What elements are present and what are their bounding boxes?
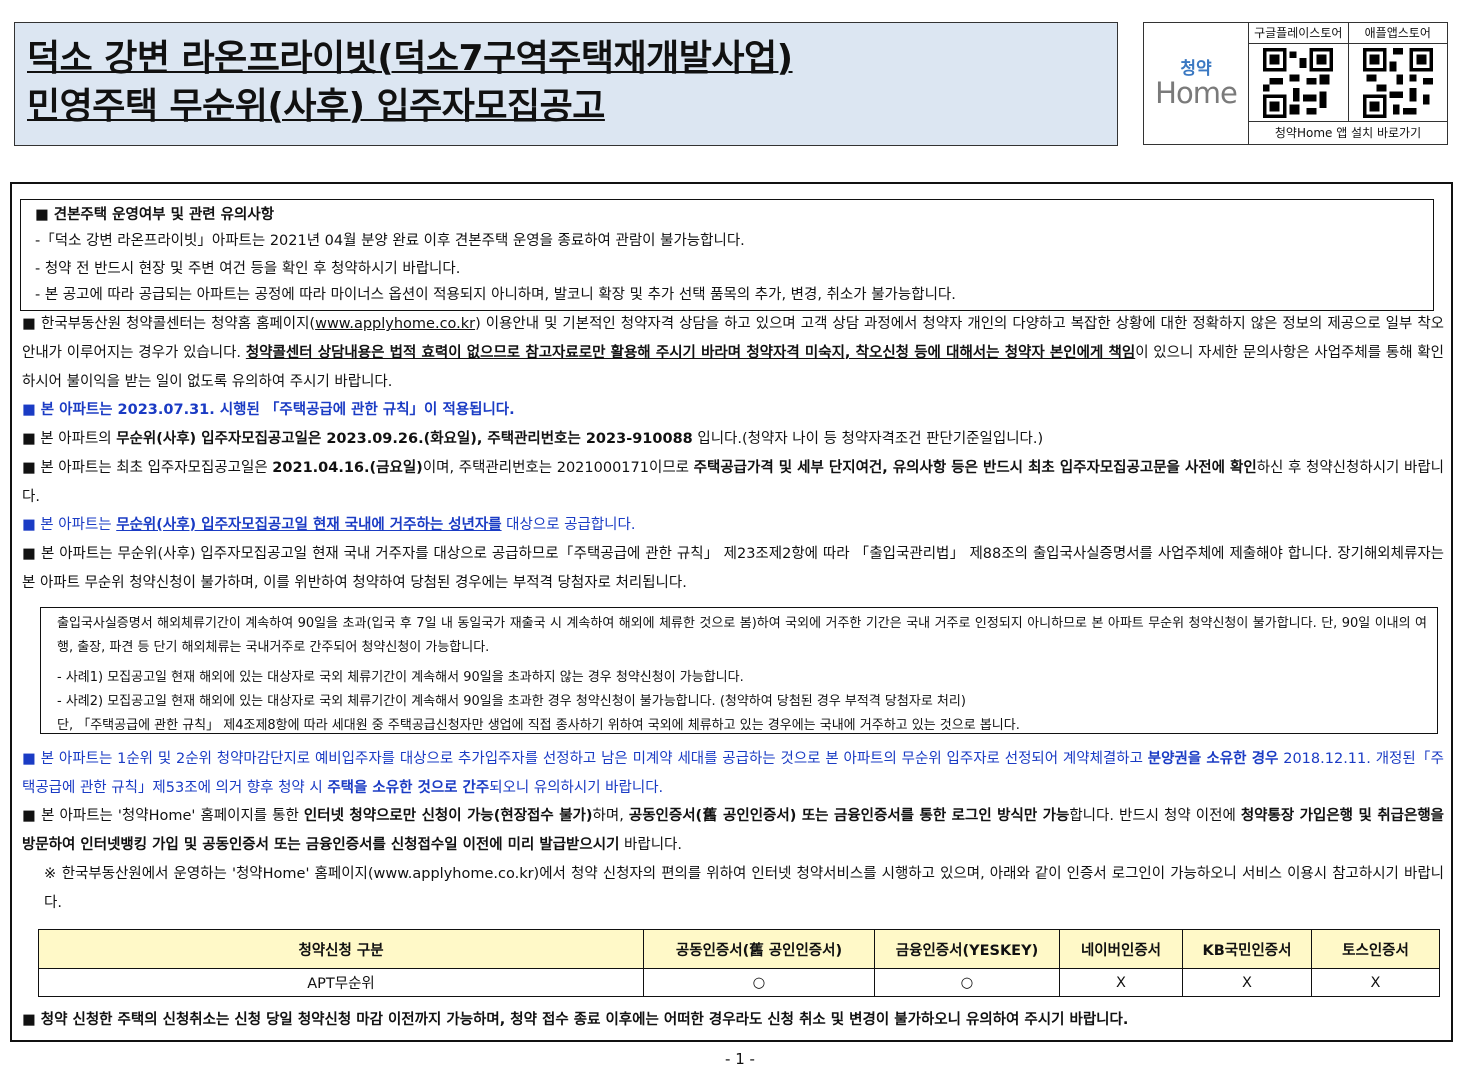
emphasis-text: 공동인증서(舊 공인인증서) 또는 금융인증서를 통한 로그인 방식만 가능 bbox=[628, 808, 1070, 824]
text: 하며, bbox=[592, 808, 629, 824]
title-line-2: 민영주택 무순위(사후) 입주자모집공고 bbox=[27, 86, 605, 127]
ownership-notice: ■ 본 아파트는 1순위 및 2순위 청약마감단지로 예비입주자를 대상으로 추… bbox=[22, 745, 1444, 803]
logo-bottom: Home bbox=[1155, 75, 1238, 110]
title-box: 덕소 강변 라온프라이빗(덕소7구역주택재개발사업) 민영주택 무순위(사후) … bbox=[14, 22, 1118, 146]
logo-top: 청약 bbox=[1180, 58, 1212, 79]
emphasis-text: 인터넷 청약으로만 신청이 가능(현장접수 불가) bbox=[303, 808, 593, 824]
internet-application-notice: ■ 본 아파트는 '청약Home' 홈페이지를 통한 인터넷 청약으로만 신청이… bbox=[22, 802, 1444, 860]
model-house-item: - 본 공고에 따라 공급되는 아파트는 공정에 따라 마이너스 옵션이 적용되… bbox=[35, 287, 956, 303]
text: 대상으로 공급합니다. bbox=[501, 517, 636, 533]
certificate-login-notice: ※ 한국부동산원에서 운영하는 '청약Home' 홈페이지(www.applyh… bbox=[44, 866, 1444, 911]
emphasis-text: 무순위(사후) 입주자모집공고일은 2023.09.26.(화요일), 주택관리… bbox=[116, 431, 693, 447]
google-play-column: 구글플레이스토어 bbox=[1249, 23, 1348, 121]
eligible-adults-notice: ■ 본 아파트는 무순위(사후) 입주자모집공고일 현재 국내에 거주하는 성년… bbox=[22, 511, 1444, 540]
rule-applied-notice: ■ 본 아파트는 2023.07.31. 시행된 「주택공급에 관한 규칙」이 … bbox=[22, 402, 515, 418]
page-number: - 1 - bbox=[725, 1050, 755, 1068]
table-header-cell: KB국민인증서 bbox=[1182, 929, 1312, 969]
note-line: 출입국사실증명서 해외체류기간이 계속하여 90일을 초과(입국 후 7일 내 … bbox=[57, 616, 1427, 655]
text: 되오니 유의하시기 바랍니다. bbox=[489, 780, 664, 796]
note-case-1: - 사례1) 모집공고일 현재 해외에 있는 대상자로 국외 체류기간이 계속해… bbox=[57, 670, 744, 685]
text: 합니다. 반드시 청약 이전에 bbox=[1069, 808, 1241, 824]
table-cell: ○ bbox=[874, 968, 1060, 997]
text: ■ 본 아파트는 bbox=[22, 517, 117, 533]
text: ■ 본 아파트는 '청약Home' 홈페이지를 통한 bbox=[22, 808, 304, 824]
app-store-links: 구글플레이스토어 애플앱스토어 청약Home 앱 설치 바로가기 bbox=[1248, 23, 1447, 144]
table-header-cell: 공동인증서(舊 공인인증서) bbox=[643, 929, 875, 969]
residency-notice: ■ 본 아파트는 무순위(사후) 입주자모집공고일 현재 국내 거주자를 대상으… bbox=[22, 546, 1444, 591]
overseas-stay-note-box: 출입국사실증명서 해외체류기간이 계속하여 90일을 초과(입국 후 7일 내 … bbox=[40, 607, 1438, 734]
note-line: 단, 「주택공급에 관한 규칙」 제4조제8항에 따라 세대원 중 주택공급신청… bbox=[57, 718, 1020, 733]
table-cell: ○ bbox=[643, 968, 875, 997]
table-cell: X bbox=[1182, 968, 1312, 997]
text: ■ 한국부동산원 청약콜센터는 청약홈 홈페이지( bbox=[22, 316, 316, 332]
emphasis-text: 2021.04.16.(금요일) bbox=[272, 460, 423, 476]
text: ■ 본 아파트의 bbox=[22, 431, 117, 447]
announcement-date-notice: ■ 본 아파트의 무순위(사후) 입주자모집공고일은 2023.09.26.(화… bbox=[22, 425, 1444, 454]
table-cell: X bbox=[1059, 968, 1183, 997]
table-header-cell: 청약신청 구분 bbox=[38, 929, 644, 969]
cancellation-notice: ■ 청약 신청한 주택의 신청취소는 신청 당일 청약신청 마감 이전까지 가능… bbox=[22, 1012, 1129, 1028]
app-install-link[interactable]: 청약Home 앱 설치 바로가기 bbox=[1249, 121, 1447, 144]
table-header-cell: 토스인증서 bbox=[1311, 929, 1440, 969]
emphasis-text: 주택공급가격 및 세부 단지여건, 유의사항 등은 반드시 최초 입주자모집공고… bbox=[693, 460, 1257, 476]
text: 입니다.(청약자 나이 등 청약자격조건 판단기준일입니다.) bbox=[692, 431, 1044, 447]
apple-qr-icon[interactable] bbox=[1362, 48, 1433, 118]
emphasis-text: 무순위(사후) 입주자모집공고일 현재 국내에 거주하는 성년자를 bbox=[116, 517, 502, 533]
table-cell: APT무순위 bbox=[38, 968, 644, 997]
note-case-2: - 사례2) 모집공고일 현재 해외에 있는 대상자로 국외 체류기간이 계속해… bbox=[57, 694, 966, 709]
google-play-label: 구글플레이스토어 bbox=[1249, 23, 1348, 44]
apple-store-label: 애플앱스토어 bbox=[1348, 23, 1447, 44]
text: ■ 본 아파트는 1순위 및 2순위 청약마감단지로 예비입주자를 대상으로 추… bbox=[22, 751, 1148, 767]
table-header-cell: 네이버인증서 bbox=[1059, 929, 1183, 969]
google-qr-icon[interactable] bbox=[1263, 48, 1334, 118]
applyhome-logo: 청약 Home bbox=[1144, 23, 1248, 144]
title-line-1: 덕소 강변 라온프라이빗(덕소7구역주택재개발사업) bbox=[27, 38, 793, 79]
emphasis-text: 청약콜센터 상담내용은 법적 효력이 없으므로 참고자료로만 활용해 주시기 바… bbox=[245, 345, 1136, 361]
model-house-item: - 청약 전 반드시 현장 및 주변 여건 등을 확인 후 청약하시기 바랍니다… bbox=[35, 261, 461, 277]
model-house-item: -「덕소 강변 라온프라이빗」아파트는 2021년 04월 분양 완료 이후 견… bbox=[35, 233, 745, 249]
table-header-row: 청약신청 구분 공동인증서(舊 공인인증서) 금융인증서(YESKEY) 네이버… bbox=[38, 929, 1440, 969]
table-header-cell: 금융인증서(YESKEY) bbox=[874, 929, 1060, 969]
text: 바랍니다. bbox=[619, 837, 682, 853]
text: 이며, 주택관리번호는 2021000171이므로 bbox=[422, 460, 694, 476]
emphasis-text: 분양권을 소유한 경우 bbox=[1147, 751, 1279, 767]
table-cell: X bbox=[1311, 968, 1440, 997]
table-row: APT무순위 ○ ○ X X X bbox=[38, 968, 1440, 997]
certificate-table: 청약신청 구분 공동인증서(舊 공인인증서) 금융인증서(YESKEY) 네이버… bbox=[38, 929, 1440, 997]
emphasis-text: 주택을 소유한 것으로 간주 bbox=[327, 780, 490, 796]
app-download-box: 청약 Home 구글플레이스토어 애플앱스토어 청약Home 앱 설치 바로가기 bbox=[1143, 22, 1448, 145]
call-center-notice: ■ 한국부동산원 청약콜센터는 청약홈 홈페이지(www.applyhome.c… bbox=[22, 310, 1444, 397]
original-announcement-notice: ■ 본 아파트는 최초 입주자모집공고일은 2021.04.16.(금요일)이며… bbox=[22, 454, 1444, 512]
applyhome-link[interactable]: www.applyhome.co.kr bbox=[315, 316, 475, 332]
text: ■ 본 아파트는 최초 입주자모집공고일은 bbox=[22, 460, 273, 476]
model-house-title: ■ 견본주택 운영여부 및 관련 유의사항 bbox=[35, 207, 275, 223]
model-house-notice-box: ■ 견본주택 운영여부 및 관련 유의사항 -「덕소 강변 라온프라이빗」아파트… bbox=[20, 199, 1434, 311]
apple-store-column: 애플앱스토어 bbox=[1347, 23, 1447, 121]
